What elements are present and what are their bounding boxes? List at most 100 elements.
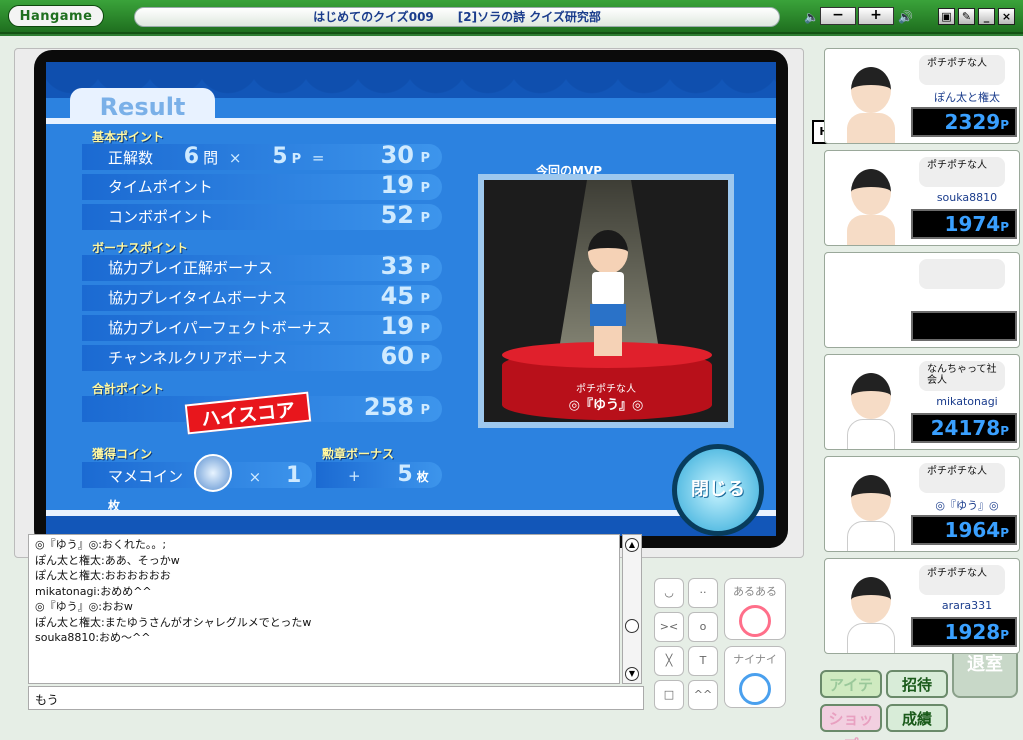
record-button[interactable]: 成績 (886, 704, 948, 732)
bonus-label: 協力プレイ正解ボーナス (108, 259, 274, 277)
p-unit: P (420, 352, 430, 367)
basic-points-label: 基本ポイント (92, 130, 165, 144)
emote-dots-icon[interactable]: ·· (688, 578, 718, 608)
correct-count: 6 (183, 144, 200, 169)
scroll-thumb[interactable] (625, 619, 639, 633)
item-button[interactable]: アイテム (820, 670, 882, 720)
bonus-row: チャンネルクリアボーナス 60 P (82, 342, 442, 371)
mame-coin-icon (193, 454, 232, 492)
score-unit: P (1000, 526, 1009, 540)
chat-input[interactable]: もう (28, 686, 644, 710)
player-slot-6[interactable]: ポチポチな人 arara331 1928P (824, 558, 1020, 654)
hangame-logo: Hangame (8, 5, 104, 27)
avatar-head (851, 373, 891, 419)
player-slot-5[interactable]: ポチポチな人 ◎『ゆう』◎ 1964P (824, 456, 1020, 552)
emote-smile-icon[interactable]: ◡ (654, 578, 684, 608)
player-name: ぽん太と権太 (934, 91, 1000, 104)
avatar-shirt (592, 272, 624, 306)
medal-count: 5 (397, 462, 413, 487)
medal-plus: + (348, 467, 361, 485)
scroll-up-icon[interactable]: ▲ (625, 538, 639, 552)
p-unit: P (420, 403, 430, 418)
medal-bonus-label: 勲章ボーナス (322, 447, 395, 461)
player-slot-3-empty[interactable] (824, 252, 1020, 348)
shop-button[interactable]: ショップ (820, 704, 882, 740)
coin-name: マメコイン (108, 467, 184, 486)
emote-angry-icon[interactable]: ╳ (654, 646, 684, 676)
chat-log: ◎『ゆう』◎:おくれた。。; ぽん太と権太:ああ、そっかw ぽん太と権太:おおお… (28, 534, 620, 684)
per-point-unit: P (291, 152, 302, 167)
p-unit: P (420, 292, 430, 307)
avatar-head (851, 577, 891, 623)
mvp-spotlight: ポチポチな人 ◎『ゆう』◎ (478, 174, 734, 428)
bonus-value: 45 (380, 282, 414, 310)
player-name: souka8810 (936, 191, 998, 204)
player-name: mikatonagi (936, 395, 998, 408)
bonus-value: 60 (380, 342, 414, 370)
scroll-down-icon[interactable]: ▼ (625, 667, 639, 681)
combo-row: コンボポイント 52 P (82, 201, 442, 230)
emote-wince-icon[interactable]: >< (654, 612, 684, 642)
close-button[interactable]: 閉じる (672, 444, 764, 536)
volume-up-button[interactable]: + (858, 7, 894, 25)
player-title: ポチポチな人 (919, 463, 1005, 493)
result-panel: Result 基本ポイント 正解数 6問 × 5P = 30 P タイムポイント… (46, 62, 776, 536)
chat-line: mikatonagi:おめめ^^ (35, 584, 152, 598)
chat-line: ぽん太と権太:ああ、そっかw (35, 553, 180, 567)
p-unit: P (420, 181, 430, 196)
p-unit: P (420, 211, 430, 226)
aruaru-face-icon (739, 605, 771, 637)
avatar-shorts (590, 304, 626, 326)
player-slot-2[interactable]: ポチポチな人 souka8810 1974P (824, 150, 1020, 246)
player-avatar (839, 467, 905, 551)
bonus-row: 協力プレイ正解ボーナス 33 P (82, 253, 442, 281)
result-stage: Result 基本ポイント 正解数 6問 × 5P = 30 P タイムポイント… (34, 50, 788, 548)
emote-cry-icon[interactable]: T (688, 646, 718, 676)
score-unit: P (1000, 424, 1009, 438)
score-value: 1964 (944, 518, 1001, 542)
player-title: ポチポチな人 (919, 565, 1005, 595)
combo-label: コンボポイント (108, 208, 214, 226)
window-minimize-button[interactable]: _ (978, 8, 995, 25)
aruaru-label: あるある (733, 585, 777, 598)
chat-line: ぽん太と権太:おおおおおお (35, 569, 171, 582)
player-avatar (839, 161, 905, 245)
avatar-legs (594, 326, 622, 356)
coin-count: 1 (285, 462, 302, 488)
player-avatar (839, 365, 905, 449)
bonus-value: 19 (380, 312, 414, 340)
window-screenshot-button[interactable]: ▣ (938, 8, 955, 25)
coin-times: × (248, 467, 262, 486)
invite-button[interactable]: 招待 (886, 670, 948, 698)
chat-scrollbar[interactable]: ▲ ▼ (622, 534, 642, 684)
volume-high-icon: 🔊 (898, 10, 913, 24)
bonus-points-label: ボーナスポイント (92, 241, 189, 255)
emote-blush-icon[interactable]: ^^ (688, 680, 718, 710)
title-bar: Hangame はじめてのクイズ009 [2]ソラの詩 クイズ研究部 🔈 − +… (0, 0, 1023, 34)
correct-row: 正解数 6問 × 5P = 30 P (82, 141, 442, 170)
p-unit: P (420, 262, 430, 277)
emote-surprise-icon[interactable]: o (688, 612, 718, 642)
total-value: 258 (363, 393, 414, 421)
coin-row: マメコイン × 1枚 (82, 454, 312, 513)
player-score: 1928P (911, 617, 1017, 647)
player-title: なんちゃって社会人 (919, 361, 1005, 391)
window-settings-button[interactable]: ✎ (958, 8, 975, 25)
nainai-button[interactable]: ナイナイ (724, 646, 786, 708)
total-points-label: 合計ポイント (92, 382, 165, 396)
aruaru-button[interactable]: あるある (724, 578, 786, 640)
correct-unit: 問 (203, 149, 219, 167)
player-slot-4[interactable]: なんちゃって社会人 mikatonagi 24178P (824, 354, 1020, 450)
volume-down-button[interactable]: − (820, 7, 856, 25)
score-value: 24178 (930, 416, 1001, 440)
player-score: 24178P (911, 413, 1017, 443)
correct-total: 30 (380, 141, 414, 169)
player-slot-1[interactable]: ポチポチな人 ぽん太と権太 2329P (824, 48, 1020, 144)
avatar-body (847, 419, 895, 449)
combo-total: 52 (380, 201, 414, 229)
emote-blank-icon[interactable]: □ (654, 680, 684, 710)
medal-unit: 枚 (416, 470, 429, 484)
mvp-avatar (580, 230, 636, 356)
player-title: ポチポチな人 (919, 157, 1005, 187)
window-close-button[interactable]: × (998, 8, 1015, 25)
